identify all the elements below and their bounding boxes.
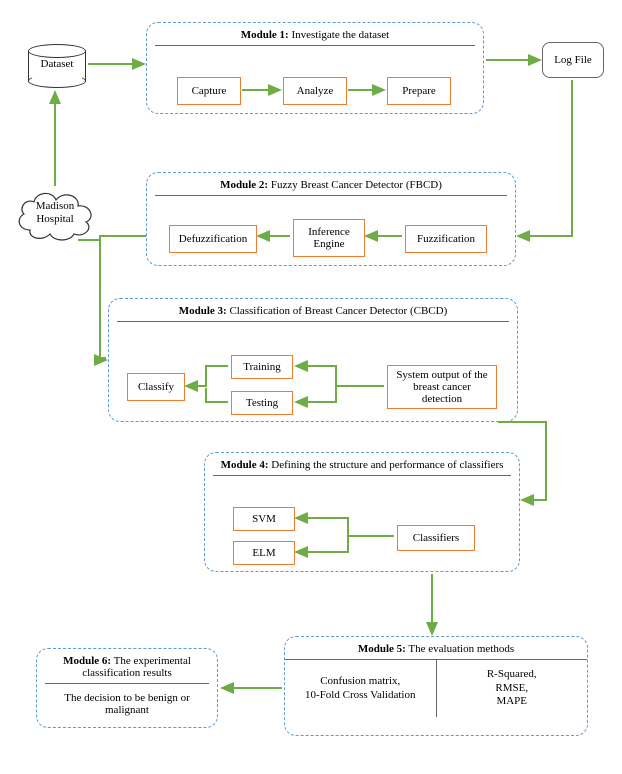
cloud-label: Madison Hospital — [12, 200, 98, 225]
module-6: Module 6: The experimental classificatio… — [36, 648, 218, 728]
m3-testing: Testing — [231, 391, 293, 415]
m1-capture: Capture — [177, 77, 241, 105]
dataset-label: Dataset — [28, 58, 86, 70]
logfile-label: Log File — [554, 54, 592, 66]
m6-body: The decision to be benign or malignant — [37, 684, 217, 724]
m1-analyze: Analyze — [283, 77, 347, 105]
m3-training: Training — [231, 355, 293, 379]
module-5: Module 5: The evaluation methods Confusi… — [284, 636, 588, 736]
module4-title: Module 4: Defining the structure and per… — [205, 453, 519, 475]
m4-classifiers: Classifiers — [397, 525, 475, 551]
m4-elm: ELM — [233, 541, 295, 565]
m2-fuzz: Fuzzification — [405, 225, 487, 253]
module6-title: Module 6: The experimental classificatio… — [37, 649, 217, 683]
module-4: Module 4: Defining the structure and per… — [204, 452, 520, 572]
dataset-cylinder: Dataset — [28, 44, 86, 84]
module5-title: Module 5: The evaluation methods — [285, 637, 587, 659]
module1-title: Module 1: Investigate the dataset — [147, 23, 483, 45]
module-2: Module 2: Fuzzy Breast Cancer Detector (… — [146, 172, 516, 266]
m3-sysout: System output of the breast cancer detec… — [387, 365, 497, 409]
m2-defuzz: Defuzzification — [169, 225, 257, 253]
module-1: Module 1: Investigate the dataset Captur… — [146, 22, 484, 114]
logfile-box: Log File — [542, 42, 604, 78]
m3-classify: Classify — [127, 373, 185, 401]
module2-title: Module 2: Fuzzy Breast Cancer Detector (… — [147, 173, 515, 195]
cloud-madison-hospital: Madison Hospital — [12, 186, 98, 242]
m1-prepare: Prepare — [387, 77, 451, 105]
module3-title: Module 3: Classification of Breast Cance… — [109, 299, 517, 321]
module-3: Module 3: Classification of Breast Cance… — [108, 298, 518, 422]
m5-right: R-Squared, RMSE, MAPE — [436, 659, 588, 717]
m2-engine: Inference Engine — [293, 219, 365, 257]
m5-left: Confusion matrix, 10-Fold Cross Validati… — [285, 659, 436, 717]
m4-svm: SVM — [233, 507, 295, 531]
